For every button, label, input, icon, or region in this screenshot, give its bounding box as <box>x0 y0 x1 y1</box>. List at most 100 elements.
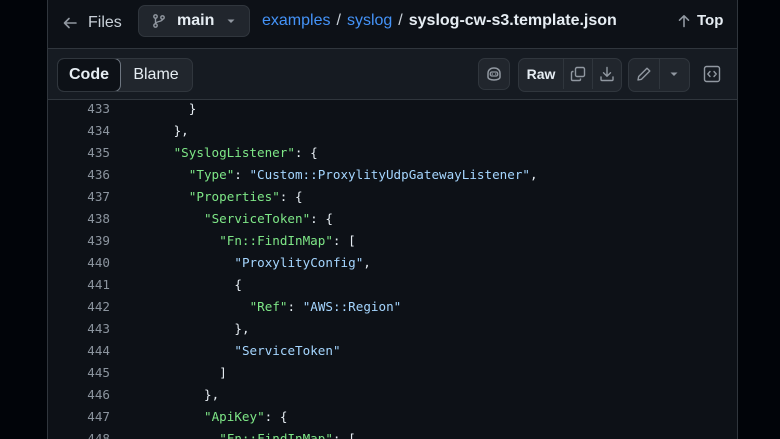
json-key: "SyslogListener" <box>173 145 295 160</box>
json-punctuation: : [ <box>332 431 356 439</box>
json-punctuation: } <box>188 101 197 116</box>
json-key: "Properties" <box>188 189 280 204</box>
line-text: }, <box>234 318 249 340</box>
copilot-button[interactable] <box>478 58 510 90</box>
edit-button[interactable] <box>629 59 660 89</box>
json-punctuation: ] <box>219 365 227 380</box>
file-header: Files main examples / syslog / syslog-cw… <box>48 0 737 46</box>
raw-label: Raw <box>526 66 556 82</box>
code-line: 435 "SyslogListener": { <box>48 142 737 164</box>
json-punctuation: : <box>287 299 303 314</box>
edit-group <box>628 58 690 92</box>
edit-more-button[interactable] <box>660 59 688 89</box>
chevron-down-icon <box>225 15 237 27</box>
json-key: "Ref" <box>249 299 288 314</box>
breadcrumb-file-name: syslog-cw-s3.template.json <box>408 12 617 29</box>
line-number[interactable]: 445 <box>48 362 110 384</box>
json-punctuation: { <box>234 277 242 292</box>
code-viewer: Files main examples / syslog / syslog-cw… <box>47 0 738 439</box>
line-text: "Fn::FindInMap": [ <box>219 230 355 252</box>
arrow-left-icon <box>62 15 78 31</box>
copy-icon <box>570 66 586 82</box>
tab-blame[interactable]: Blame <box>120 59 192 91</box>
code-line: 439 "Fn::FindInMap": [ <box>48 230 737 252</box>
line-number[interactable]: 435 <box>48 142 110 164</box>
line-text: "ApiKey": { <box>204 406 287 428</box>
line-number[interactable]: 441 <box>48 274 110 296</box>
chevron-down-icon <box>668 68 680 80</box>
line-text: "Ref": "AWS::Region" <box>250 296 402 318</box>
json-string: "AWS::Region" <box>302 299 402 314</box>
line-number[interactable]: 434 <box>48 120 110 142</box>
json-key: "Fn::FindInMap" <box>219 233 333 248</box>
download-icon <box>599 66 615 82</box>
raw-copy-download-group: Raw <box>518 58 622 92</box>
json-punctuation: }, <box>173 123 189 138</box>
line-number[interactable]: 443 <box>48 318 110 340</box>
line-text: "ServiceToken": { <box>204 208 333 230</box>
code-line: 434}, <box>48 120 737 142</box>
top-label: Top <box>697 12 724 29</box>
breadcrumb-link-examples[interactable]: examples <box>262 12 330 30</box>
file-toolbar: Code Blame Raw <box>48 48 737 100</box>
line-number[interactable]: 438 <box>48 208 110 230</box>
line-number[interactable]: 439 <box>48 230 110 252</box>
line-number[interactable]: 444 <box>48 340 110 362</box>
line-number[interactable]: 448 <box>48 428 110 439</box>
symbols-button[interactable] <box>696 58 728 90</box>
files-button[interactable]: Files <box>62 8 122 38</box>
view-toggle: Code Blame <box>57 58 193 92</box>
json-punctuation: : { <box>279 189 303 204</box>
line-number[interactable]: 437 <box>48 186 110 208</box>
copilot-icon <box>485 66 503 82</box>
download-button[interactable] <box>593 59 621 89</box>
breadcrumb-link-syslog[interactable]: syslog <box>347 12 392 30</box>
json-key: "ServiceToken" <box>204 211 311 226</box>
arrow-up-icon <box>677 14 691 28</box>
json-key: "Type" <box>188 167 235 182</box>
json-punctuation: : <box>234 167 250 182</box>
code-line: 446}, <box>48 384 737 406</box>
line-text: "ProxylityConfig", <box>234 252 371 274</box>
line-text: } <box>189 98 197 120</box>
line-text: }, <box>204 384 219 406</box>
pencil-icon <box>636 66 652 82</box>
json-punctuation: }, <box>204 387 220 402</box>
json-key: "ApiKey" <box>204 409 265 424</box>
raw-button[interactable]: Raw <box>519 59 564 89</box>
line-text: { <box>234 274 242 296</box>
code-line: 438 "ServiceToken": { <box>48 208 737 230</box>
json-punctuation: , <box>363 255 371 270</box>
line-number[interactable]: 442 <box>48 296 110 318</box>
breadcrumb: examples / syslog / syslog-cw-s3.templat… <box>262 12 617 30</box>
json-key: "Fn::FindInMap" <box>219 431 333 439</box>
branch-name: main <box>177 12 215 29</box>
code-line: 441 { <box>48 274 737 296</box>
line-number[interactable]: 440 <box>48 252 110 274</box>
breadcrumb-separator: / <box>336 12 341 29</box>
code-line: 433} <box>48 98 737 120</box>
tab-code[interactable]: Code <box>58 59 121 91</box>
line-text: "ServiceToken" <box>234 340 340 362</box>
line-text: "Properties": { <box>189 186 303 208</box>
line-number[interactable]: 436 <box>48 164 110 186</box>
top-button[interactable]: Top <box>677 12 723 29</box>
line-number[interactable]: 446 <box>48 384 110 406</box>
copy-button[interactable] <box>564 59 593 89</box>
json-string: "ServiceToken" <box>234 343 341 358</box>
line-text: "Fn::FindInMap": [ <box>219 428 355 439</box>
json-punctuation: , <box>530 167 538 182</box>
json-string: "Custom::ProxylityUdpGatewayListener" <box>249 167 531 182</box>
code-line: 443}, <box>48 318 737 340</box>
code-line: 437 "Properties": { <box>48 186 737 208</box>
breadcrumb-separator: / <box>398 12 403 29</box>
line-text: ] <box>219 362 227 384</box>
code-line: 436 "Type": "Custom::ProxylityUdpGatewayL… <box>48 164 737 186</box>
line-number[interactable]: 433 <box>48 98 110 120</box>
json-punctuation: : [ <box>332 233 356 248</box>
files-label: Files <box>88 14 122 31</box>
json-punctuation: : { <box>264 409 288 424</box>
line-number[interactable]: 447 <box>48 406 110 428</box>
json-punctuation: : { <box>310 211 333 226</box>
branch-selector[interactable]: main <box>138 5 250 37</box>
